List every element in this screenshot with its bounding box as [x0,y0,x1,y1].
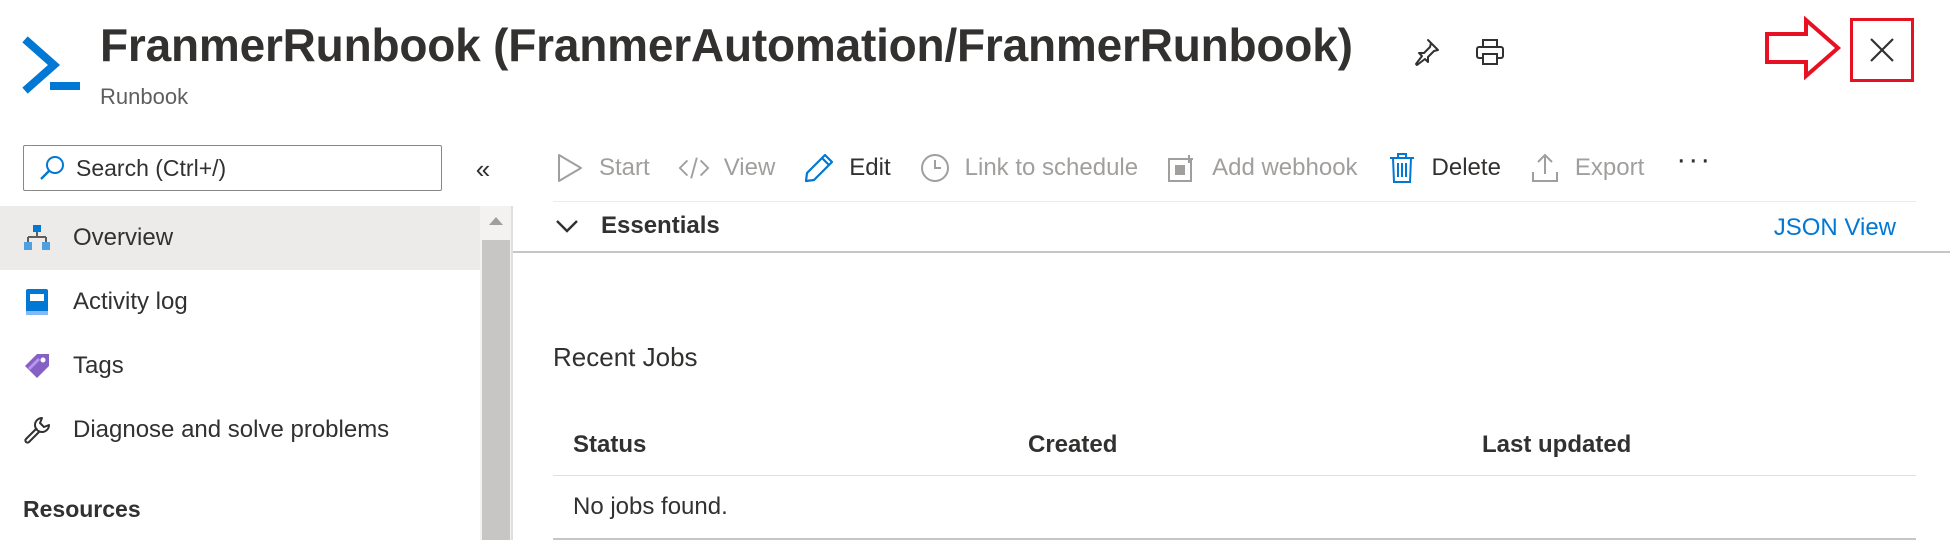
pane-divider [511,206,513,540]
column-header-last-updated: Last updated [1482,431,1632,458]
print-button[interactable] [1468,30,1512,74]
more-options-button[interactable]: ··· [1676,143,1712,177]
empty-table-message: No jobs found. [553,476,1916,540]
close-button[interactable] [1850,18,1914,82]
search-box[interactable] [23,145,442,191]
print-icon [1476,39,1504,65]
command-bar: Start View Edit Link to schedule Add web… [553,143,1712,192]
powershell-icon [22,34,84,96]
delete-label: Delete [1431,154,1501,181]
sidebar-item-diagnose[interactable]: Diagnose and solve problems [0,398,480,462]
sidebar-item-activity-log[interactable]: Activity log [0,270,480,334]
play-icon [553,152,585,184]
red-arrow-icon [1764,15,1842,81]
page-subtitle: Runbook [100,84,189,109]
clock-icon [919,152,951,184]
add-webhook-button[interactable]: Add webhook [1166,144,1358,192]
close-icon [1870,38,1894,62]
sidebar-item-overview[interactable]: Overview [0,206,480,270]
column-header-status: Status [573,431,647,458]
caret-up-icon [488,217,503,225]
webhook-icon [1166,152,1198,184]
link-schedule-label: Link to schedule [964,154,1139,181]
table-header: Status Created Last updated [553,415,1916,476]
sidebar-nav: Overview Activity log Tags Diagnose and … [0,206,480,462]
sidebar-item-label: Diagnose and solve problems [73,416,390,443]
trash-icon [1386,152,1418,184]
essentials-title: Essentials [601,212,720,239]
sidebar-item-tags[interactable]: Tags [0,334,480,398]
json-view-link[interactable]: JSON View [1774,214,1896,242]
sidebar-section-resources: Resources [23,496,141,522]
start-label: Start [599,154,650,181]
edit-label: Edit [849,154,891,181]
tags-icon [22,351,52,381]
activity-log-icon [22,287,52,317]
recent-jobs-title: Recent Jobs [553,342,698,372]
toolbar-divider [553,201,1916,202]
pin-icon [1415,39,1439,66]
wrench-icon [22,415,52,445]
column-header-created: Created [1028,431,1118,458]
pin-button[interactable] [1404,30,1448,74]
overview-icon [22,223,52,253]
delete-button[interactable]: Delete [1386,144,1501,192]
export-icon [1529,152,1561,184]
scroll-up-button[interactable] [480,206,511,236]
sidebar-item-label: Activity log [73,288,188,315]
start-button[interactable]: Start [553,144,650,192]
pencil-icon [803,152,835,184]
scrollbar-thumb[interactable] [482,240,510,540]
export-label: Export [1574,154,1645,181]
sidebar-item-label: Overview [73,224,174,251]
export-button[interactable]: Export [1529,144,1644,192]
essentials-divider [513,251,1950,253]
recent-jobs-table: Status Created Last updated No jobs foun… [553,415,1916,540]
essentials-row: Essentials JSON View [553,212,1916,250]
view-label: View [723,154,776,181]
page-title: FranmerRunbook (FranmerAutomation/Franme… [100,19,1353,71]
search-input[interactable] [74,153,418,183]
chevron-down-icon [556,220,578,233]
essentials-toggle[interactable]: Essentials [553,212,720,240]
code-icon [678,152,710,184]
collapse-sidebar-button[interactable]: « [466,152,500,186]
add-webhook-label: Add webhook [1212,154,1358,181]
search-icon [40,156,64,180]
sidebar-item-label: Tags [73,352,124,379]
link-schedule-button[interactable]: Link to schedule [919,144,1138,192]
view-button[interactable]: View [678,144,776,192]
edit-button[interactable]: Edit [803,144,891,192]
